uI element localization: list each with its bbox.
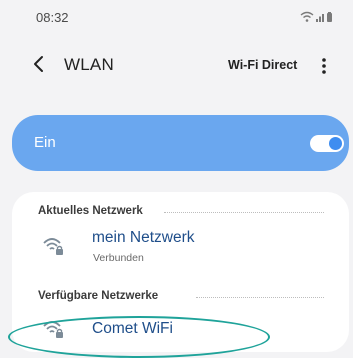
status-bar: 08:32 bbox=[0, 0, 353, 30]
network-status: Verbunden bbox=[93, 252, 144, 264]
back-button[interactable] bbox=[30, 52, 50, 76]
wifi-direct-button[interactable]: Wi-Fi Direct bbox=[228, 58, 297, 72]
wlan-switch[interactable] bbox=[310, 135, 344, 152]
status-icons bbox=[300, 11, 334, 23]
network-name: mein Netzwerk bbox=[92, 229, 195, 246]
more-options-button[interactable] bbox=[318, 56, 330, 76]
section-header-available: Verfügbare Netzwerke bbox=[38, 290, 159, 302]
page-title: WLAN bbox=[64, 55, 114, 74]
wifi-icon bbox=[300, 11, 314, 22]
wifi-lock-icon bbox=[43, 321, 63, 338]
section-divider bbox=[196, 297, 324, 298]
status-time: 08:32 bbox=[36, 10, 69, 25]
battery-icon bbox=[327, 12, 332, 22]
section-header-current: Aktuelles Netzwerk bbox=[38, 205, 143, 217]
section-divider bbox=[164, 212, 324, 213]
wlan-master-toggle[interactable]: Ein bbox=[12, 115, 349, 171]
more-vertical-icon bbox=[322, 58, 326, 74]
master-toggle-label: Ein bbox=[34, 134, 56, 151]
networks-card: Aktuelles Netzwerk mein Netzwerk Verbund… bbox=[12, 192, 349, 352]
wifi-lock-icon bbox=[43, 238, 63, 255]
signal-icon bbox=[316, 14, 324, 22]
switch-knob bbox=[329, 137, 342, 150]
network-name: Comet WiFi bbox=[92, 320, 173, 337]
chevron-left-icon bbox=[34, 56, 43, 72]
app-bar: WLAN Wi-Fi Direct bbox=[0, 44, 353, 84]
